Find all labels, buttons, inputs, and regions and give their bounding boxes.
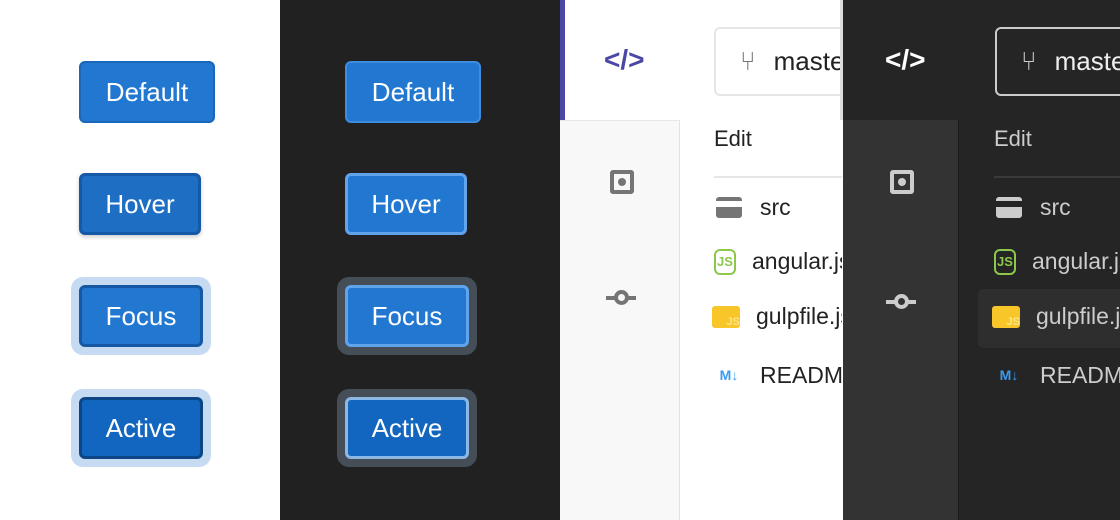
code-icon[interactable]: </>	[885, 44, 925, 76]
file-item[interactable]: JSgulpfile.js	[992, 303, 1120, 330]
file-item[interactable]: src	[994, 192, 1071, 222]
folder-icon	[714, 192, 744, 222]
file-item[interactable]: JSangular.js	[714, 248, 842, 275]
default-button[interactable]: Default	[79, 61, 215, 123]
edit-label: Edit	[994, 126, 1032, 151]
file-item[interactable]: M↓README.md	[994, 360, 1120, 390]
js-folder-icon: JS	[992, 305, 1020, 328]
code-icon[interactable]: </>	[604, 44, 644, 76]
source-control-icon[interactable]	[890, 170, 914, 194]
active-button[interactable]: Active	[79, 397, 203, 459]
commit-icon[interactable]	[606, 290, 636, 306]
active-button-dark[interactable]: Active	[345, 397, 469, 459]
file-item[interactable]: JSangular.js	[994, 248, 1120, 275]
focus-button-dark[interactable]: Focus	[345, 285, 469, 347]
js-folder-icon: JS	[712, 305, 740, 328]
markdown-icon: M↓	[719, 367, 739, 383]
commit-icon[interactable]	[886, 294, 916, 310]
branch-icon: ⑂	[1021, 46, 1037, 76]
branch-icon: ⑂	[740, 46, 756, 76]
file-item[interactable]: M↓README.md	[714, 360, 842, 390]
nodejs-icon: JS	[994, 248, 1016, 275]
dark-ide-panel: </> ⑂master Edit src JSangular.js JSgulp…	[843, 0, 1120, 520]
markdown-icon: M↓	[999, 367, 1019, 383]
default-button-dark[interactable]: Default	[345, 61, 481, 123]
folder-icon	[994, 192, 1024, 222]
file-item[interactable]: src	[714, 192, 791, 222]
hover-button-dark[interactable]: Hover	[345, 173, 467, 235]
edit-label: Edit	[714, 126, 752, 151]
focus-button[interactable]: Focus	[79, 285, 203, 347]
source-control-icon[interactable]	[610, 170, 634, 194]
light-ide-panel: </> ⑂master Edit src JSangular.js JSgulp…	[560, 0, 842, 520]
hover-button[interactable]: Hover	[79, 173, 201, 235]
branch-selector[interactable]: ⑂master	[995, 27, 1120, 96]
dark-buttons-panel: Default Hover Focus Active	[280, 0, 560, 520]
file-item[interactable]: JSgulpfile.js	[712, 303, 842, 330]
branch-selector[interactable]: ⑂master	[714, 27, 842, 96]
light-buttons-panel: Default Hover Focus Active	[0, 0, 280, 520]
nodejs-icon: JS	[714, 248, 736, 275]
